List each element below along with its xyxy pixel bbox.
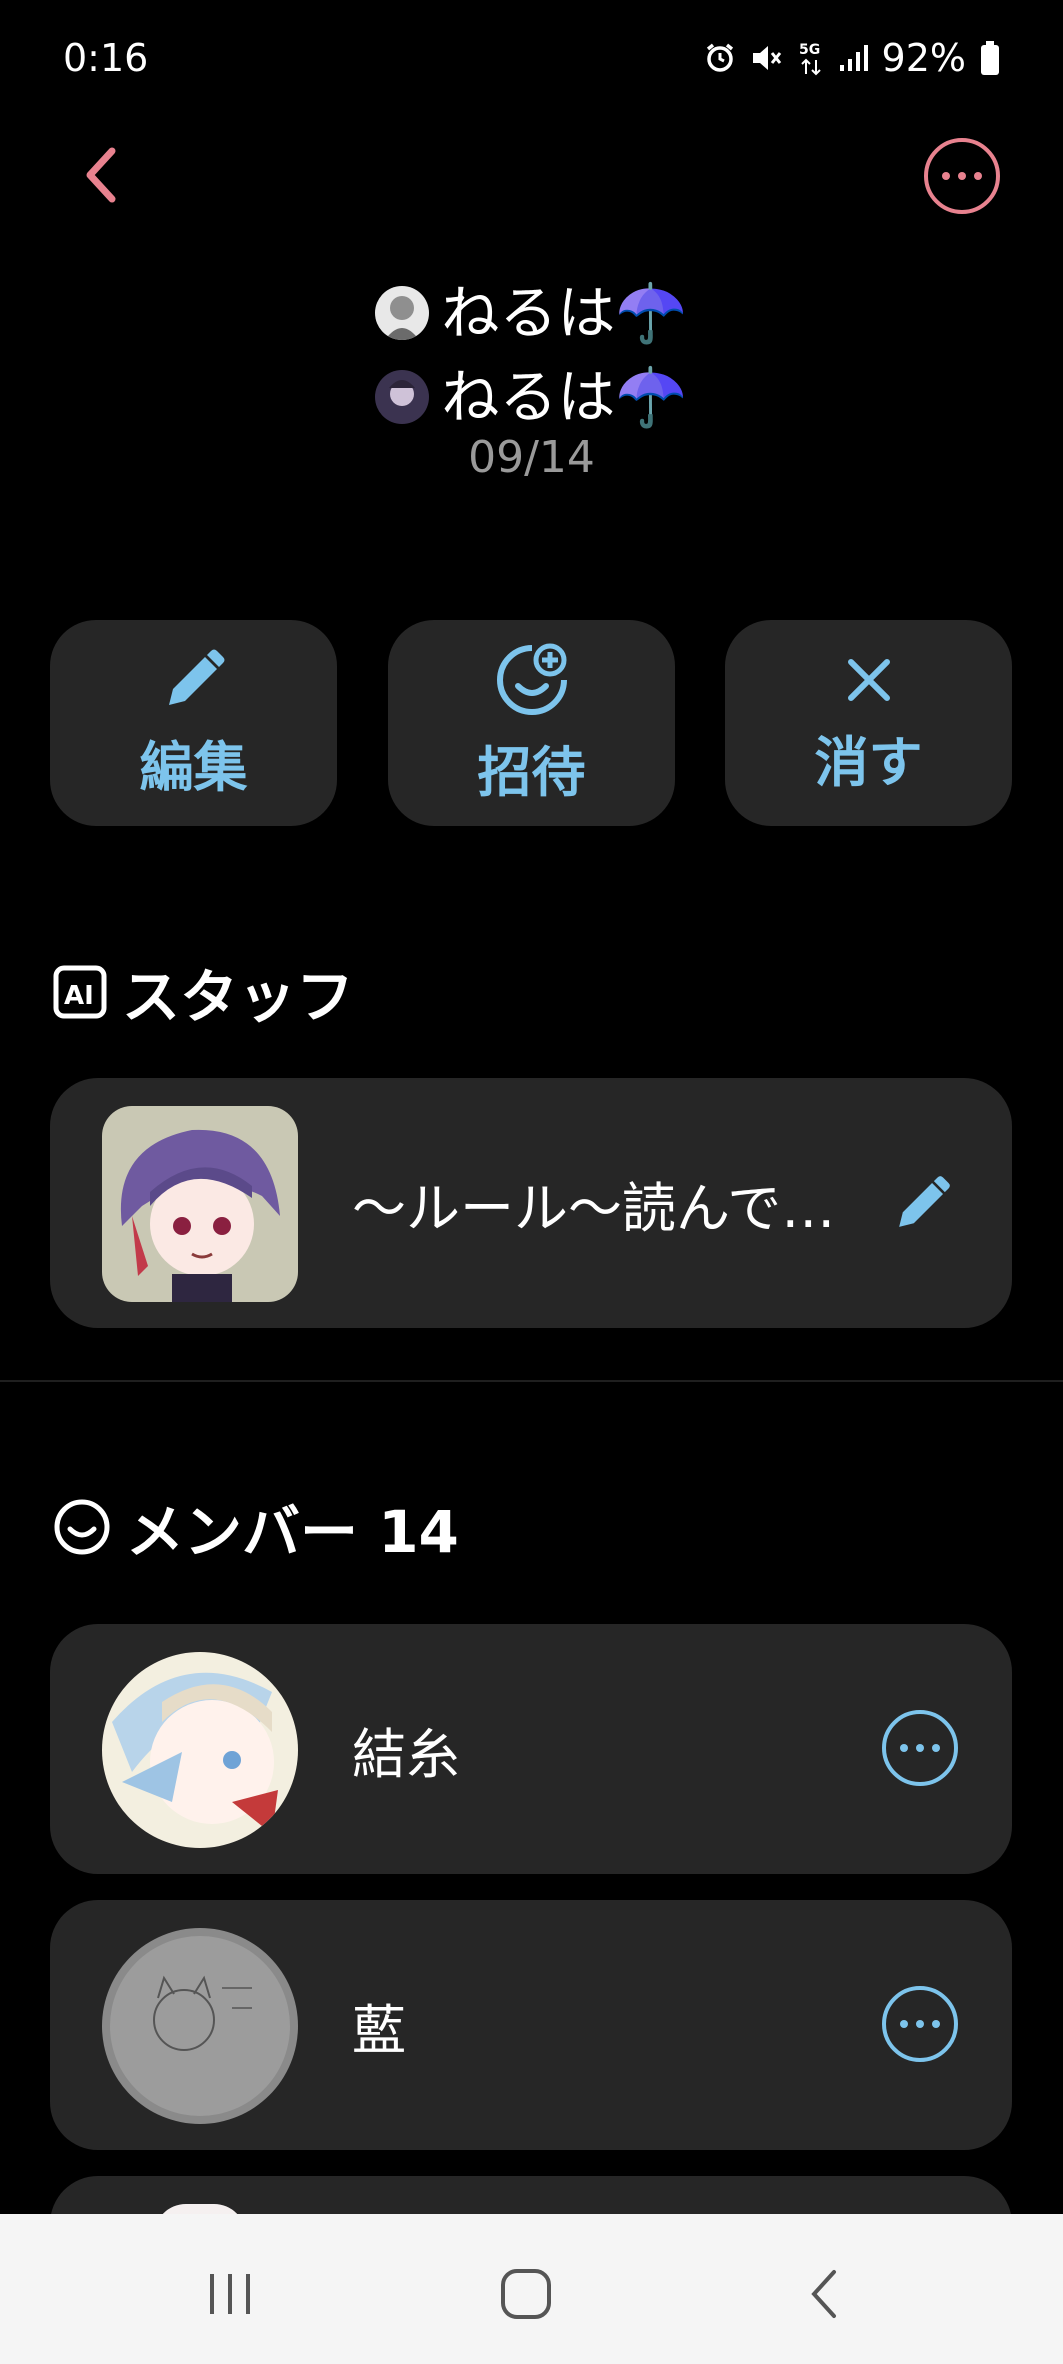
chat-date: 09/14	[468, 432, 595, 483]
ai-icon: AI	[53, 965, 107, 1019]
svg-text:5G: 5G	[799, 42, 820, 58]
home-icon	[501, 2269, 551, 2319]
navigation-bar	[0, 2214, 1063, 2364]
5g-icon: 5G	[798, 40, 824, 76]
back-nav-button[interactable]	[784, 2254, 864, 2334]
members-section-title: メンバー 14	[52, 1485, 459, 1569]
edit-label: 編集	[139, 735, 248, 799]
svg-text:AI: AI	[64, 981, 94, 1011]
member-options-button[interactable]	[882, 1710, 958, 1786]
staff-item-text: 〜ルール〜読んで…	[352, 1176, 836, 1240]
avatar	[102, 1652, 298, 1848]
member-name: 結糸	[352, 1722, 460, 1786]
members-title: メンバー 14	[126, 1498, 459, 1566]
divider	[0, 1380, 1063, 1382]
signal-icon	[838, 43, 868, 73]
staff-section-title: AI スタッフ	[52, 950, 354, 1034]
close-icon	[847, 658, 890, 701]
status-icons: 5G 92%	[704, 34, 1000, 82]
list-item[interactable]: 藍	[50, 1900, 1012, 2150]
header-line-2: ねるは☂️	[0, 368, 1063, 426]
chat-title-line: ねるは☂️	[441, 363, 688, 431]
delete-label: 消す	[814, 730, 923, 794]
edit-staff-button[interactable]	[890, 1172, 954, 1240]
pencil-icon	[168, 649, 224, 705]
member-name: 藍	[352, 1998, 406, 2062]
avatar	[375, 286, 430, 340]
avatar	[102, 1928, 298, 2124]
status-time: 0:16	[63, 36, 149, 80]
add-person-icon	[496, 643, 567, 715]
battery-icon	[980, 41, 1000, 75]
invite-label: 招待	[477, 740, 586, 804]
avatar	[102, 1106, 298, 1302]
pencil-icon	[899, 1176, 950, 1227]
back-button[interactable]	[70, 140, 130, 210]
header-line-1: ねるは☂️	[0, 284, 1063, 342]
avatar	[375, 370, 430, 424]
chat-info-screen: 0:16 5G 92% ねるは☂️ ねるは☂️ 09/14 編集 招待 消す A…	[0, 0, 1063, 2364]
mute-icon	[750, 42, 784, 74]
list-item[interactable]: 結糸	[50, 1624, 1012, 1874]
staff-title: スタッフ	[122, 963, 355, 1031]
recent-apps-button[interactable]	[190, 2254, 270, 2334]
home-button[interactable]	[486, 2254, 566, 2334]
alarm-icon	[704, 42, 736, 74]
more-options-button[interactable]	[924, 138, 1000, 214]
edit-button[interactable]: 編集	[50, 620, 337, 826]
status-bar: 0:16 5G 92%	[0, 0, 1063, 120]
smile-icon	[54, 1499, 110, 1555]
chevron-left-icon	[86, 147, 116, 203]
chevron-left-icon	[811, 2270, 836, 2318]
invite-button[interactable]: 招待	[388, 620, 675, 826]
recent-apps-icon	[210, 2274, 250, 2314]
member-options-button[interactable]	[882, 1986, 958, 2062]
battery-percent: 92%	[881, 36, 966, 80]
chat-title-line: ねるは☂️	[441, 279, 688, 347]
staff-item[interactable]: 〜ルール〜読んで…	[50, 1078, 1012, 1328]
delete-button[interactable]: 消す	[725, 620, 1012, 826]
